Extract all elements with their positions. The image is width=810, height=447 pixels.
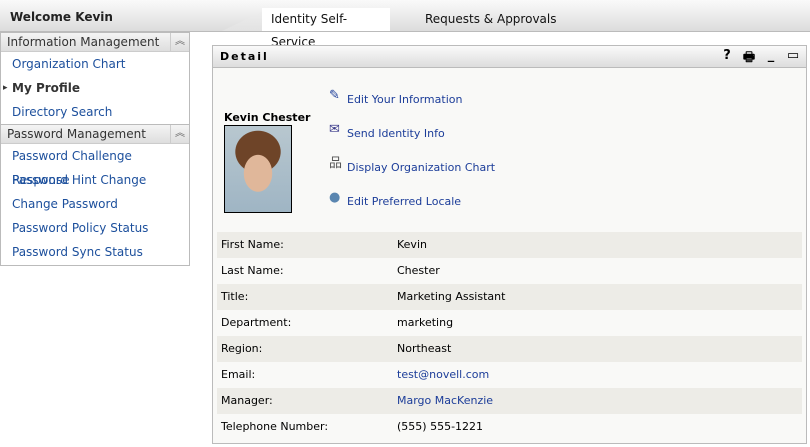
- field-row: Email: test@novell.com: [217, 362, 802, 388]
- tab-identity-self-service[interactable]: Identity Self-Service: [262, 8, 390, 49]
- envelope-icon: ✉: [329, 122, 340, 137]
- field-value: (555) 555-1221: [397, 420, 484, 433]
- field-value: Northeast: [397, 342, 452, 355]
- pencil-icon: ✎: [329, 88, 340, 103]
- field-label: Title:: [221, 290, 249, 303]
- help-icon[interactable]: ?: [720, 48, 734, 70]
- sidebar-item-organization-chart[interactable]: Organization Chart: [1, 52, 189, 76]
- link-label: Display Organization Chart: [347, 161, 496, 174]
- field-label: Region:: [221, 342, 263, 355]
- panel-header: Detail ? 🖶 _ ▭: [213, 46, 806, 68]
- link-label: Send Identity Info: [347, 127, 445, 140]
- edit-your-information-link[interactable]: ✎ Edit Your Information: [329, 88, 463, 108]
- profile-fields: First Name: Kevin Last Name: Chester Title…: [217, 232, 802, 440]
- field-row: Telephone Number: (555) 555-1221: [217, 414, 802, 440]
- field-value: Chester: [397, 264, 440, 277]
- field-value: marketing: [397, 316, 454, 329]
- sidebar-item-change-password[interactable]: Change Password: [1, 192, 189, 216]
- field-value: Marketing Assistant: [397, 290, 506, 303]
- tab-bar-curve: [190, 8, 270, 31]
- sidebar-item-password-policy-status[interactable]: Password Policy Status: [1, 216, 189, 240]
- edit-preferred-locale-link[interactable]: ● Edit Preferred Locale: [329, 190, 462, 210]
- section-title: Information Management: [7, 35, 160, 49]
- tab-requests-approvals[interactable]: Requests & Approvals: [416, 8, 565, 31]
- minimize-icon[interactable]: _: [764, 48, 778, 70]
- field-row: First Name: Kevin: [217, 232, 802, 258]
- display-organization-chart-link[interactable]: 品 Display Organization Chart: [329, 156, 496, 176]
- section-information-management[interactable]: Information Management ︽: [1, 32, 189, 52]
- email-link[interactable]: test@novell.com: [397, 362, 489, 388]
- section-title: Password Management: [7, 127, 146, 141]
- sidebar-item-password-sync-status[interactable]: Password Sync Status: [1, 240, 189, 264]
- sidebar-item-my-profile[interactable]: My Profile: [1, 76, 189, 100]
- print-icon[interactable]: 🖶: [742, 48, 756, 70]
- field-label: Manager:: [221, 394, 273, 407]
- sidebar-item-directory-search[interactable]: Directory Search: [1, 100, 189, 124]
- welcome-text: Welcome Kevin: [10, 10, 113, 24]
- field-row: Last Name: Chester: [217, 258, 802, 284]
- collapse-icon[interactable]: ︽: [170, 125, 189, 143]
- sidebar-item-password-hint-change[interactable]: Password Hint Change: [1, 168, 189, 192]
- field-row: Region: Northeast: [217, 336, 802, 362]
- panel-title: Detail: [220, 50, 269, 63]
- user-photo: [224, 125, 292, 213]
- globe-icon: ●: [329, 190, 341, 205]
- sidebar: Information Management ︽ Organization Cha…: [0, 32, 190, 266]
- user-name: Kevin Chester: [224, 111, 311, 124]
- field-row: Title: Marketing Assistant: [217, 284, 802, 310]
- section-password-management[interactable]: Password Management ︽: [1, 124, 189, 144]
- field-row: Department: marketing: [217, 310, 802, 336]
- field-label: First Name:: [221, 238, 284, 251]
- collapse-icon[interactable]: ︽: [170, 33, 189, 51]
- top-bar: Welcome Kevin Identity Self-Service Requ…: [0, 0, 810, 49]
- link-label: Edit Your Information: [347, 93, 463, 106]
- field-value: Kevin: [397, 238, 427, 251]
- field-label: Last Name:: [221, 264, 284, 277]
- send-identity-info-link[interactable]: ✉ Send Identity Info: [329, 122, 445, 142]
- field-row: Manager: Margo MacKenzie: [217, 388, 802, 414]
- field-label: Email:: [221, 368, 256, 381]
- detail-panel: Detail ? 🖶 _ ▭ Kevin Chester ✎ Edit Your …: [212, 45, 807, 444]
- maximize-icon[interactable]: ▭: [786, 48, 800, 70]
- link-label: Edit Preferred Locale: [347, 195, 462, 208]
- manager-link[interactable]: Margo MacKenzie: [397, 388, 493, 414]
- field-label: Telephone Number:: [221, 420, 329, 433]
- field-label: Department:: [221, 316, 292, 329]
- org-chart-icon: 品: [329, 156, 343, 171]
- sidebar-item-password-challenge-response[interactable]: Password Challenge Response: [1, 144, 189, 187]
